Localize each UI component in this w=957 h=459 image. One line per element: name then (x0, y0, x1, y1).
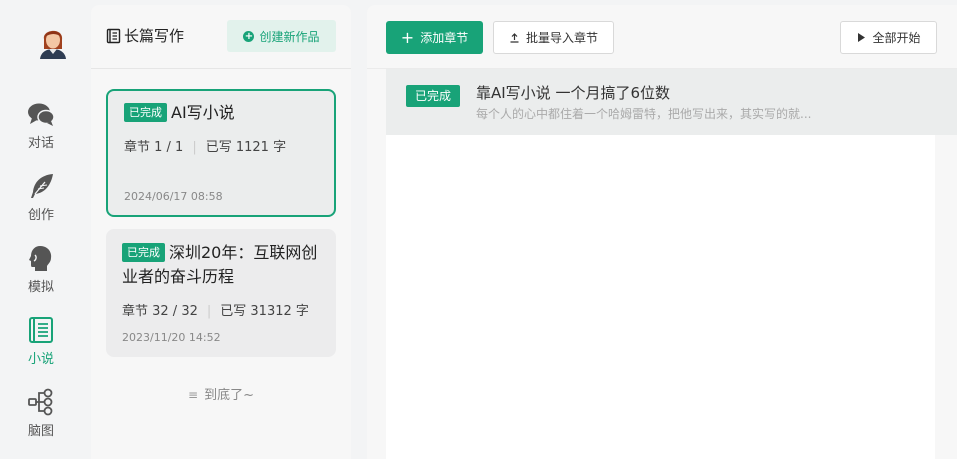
chapter-title: 靠AI写小说 一个月搞了6位数 (476, 84, 670, 102)
batch-import-label: 批量导入章节 (525, 31, 598, 45)
chapter-count: 章节 1 / 1 (124, 140, 184, 155)
works-title: 长篇写作 (106, 25, 184, 46)
nav-item-label: 对话 (27, 136, 54, 151)
meta-divider: | (192, 140, 197, 155)
meta-divider: | (206, 304, 212, 319)
work-card-title-row: 已完成 深圳20年：互联网创业者的奋斗历程 (122, 241, 324, 289)
nav-item-mindmap[interactable]: 脑图 (16, 388, 66, 444)
head-silhouette-icon (29, 246, 52, 271)
work-card[interactable]: 已完成 AI写小说 章节 1 / 1 | 已写 1121 字 2024/06/17 0… (106, 89, 336, 217)
mindmap-icon (28, 388, 53, 416)
start-all-button[interactable]: 全部开始 (840, 21, 937, 54)
work-title: AI写小说 (171, 103, 235, 122)
work-meta: 章节 32 / 32 | 已写 31312 字 (122, 300, 309, 319)
works-title-text: 长篇写作 (124, 27, 185, 45)
works-panel: 长篇写作 + 创建新作品 已完成 AI写小说 章节 1 / 1 | 已写 1121 字… (91, 5, 351, 459)
works-header: 长篇写作 + 创建新作品 (91, 5, 351, 69)
filter-lines-icon: ≡ (188, 388, 199, 402)
nav-item-create[interactable]: 创作 (16, 172, 66, 228)
chapter-preview: 每个人的心中都住着一个哈姆雷特，把他写出来，其实写的就... (476, 107, 812, 121)
user-avatar[interactable] (38, 25, 68, 59)
nav-item-chat[interactable]: 对话 (16, 100, 66, 156)
chat-bubbles-icon (28, 103, 55, 126)
chapter-toolbar: + 添加章节 批量导入章节 全部开始 (367, 5, 957, 69)
batch-import-button[interactable]: 批量导入章节 (493, 21, 614, 54)
create-work-button[interactable]: + 创建新作品 (227, 20, 336, 52)
plus-circle-icon: + (243, 30, 255, 42)
chapter-count: 章节 32 / 32 (122, 304, 198, 319)
nav-item-label: 创作 (27, 208, 54, 223)
nav-item-label: 脑图 (27, 424, 54, 439)
work-card[interactable]: 已完成 深圳20年：互联网创业者的奋斗历程 章节 32 / 32 | 已写 31312… (106, 229, 336, 357)
nav-rail: 对话 创作 模拟 小说 脑图 (0, 0, 82, 459)
nav-item-label: 小说 (27, 352, 54, 367)
nav-item-novel[interactable]: 小说 (16, 316, 66, 372)
work-meta: 章节 1 / 1 | 已写 1121 字 (124, 136, 286, 155)
nav-item-label: 模拟 (27, 280, 54, 295)
nav-item-simulate[interactable]: 模拟 (16, 244, 66, 300)
status-badge: 已完成 (406, 85, 461, 107)
status-badge: 已完成 (124, 103, 167, 122)
status-badge: 已完成 (122, 243, 165, 262)
chapter-content-area (386, 135, 935, 459)
add-chapter-label: 添加章节 (420, 31, 469, 45)
word-count: 已写 1121 字 (205, 140, 287, 155)
book-icon (106, 28, 121, 43)
chapter-row[interactable]: 已完成 靠AI写小说 一个月搞了6位数 每个人的心中都住着一个哈姆雷特，把他写出… (386, 69, 957, 135)
word-count: 已写 31312 字 (220, 304, 309, 319)
work-date: 2023/11/20 14:52 (122, 331, 221, 344)
create-work-label: 创建新作品 (259, 29, 320, 44)
play-icon (858, 33, 866, 42)
feather-icon (31, 174, 53, 198)
add-chapter-button[interactable]: + 添加章节 (386, 21, 483, 54)
plus-icon: + (400, 28, 415, 47)
upload-icon (510, 33, 519, 43)
end-of-list-note: ≡ 到底了~ (91, 384, 351, 403)
book-icon (29, 317, 53, 343)
work-card-title-row: 已完成 AI写小说 (124, 101, 322, 125)
work-date: 2024/06/17 08:58 (124, 190, 223, 203)
chapter-panel: + 添加章节 批量导入章节 全部开始 已完成 靠AI写小说 一个月搞了6位数 每… (367, 5, 957, 459)
end-of-list-text: 到底了~ (204, 388, 254, 403)
start-all-label: 全部开始 (872, 31, 921, 45)
